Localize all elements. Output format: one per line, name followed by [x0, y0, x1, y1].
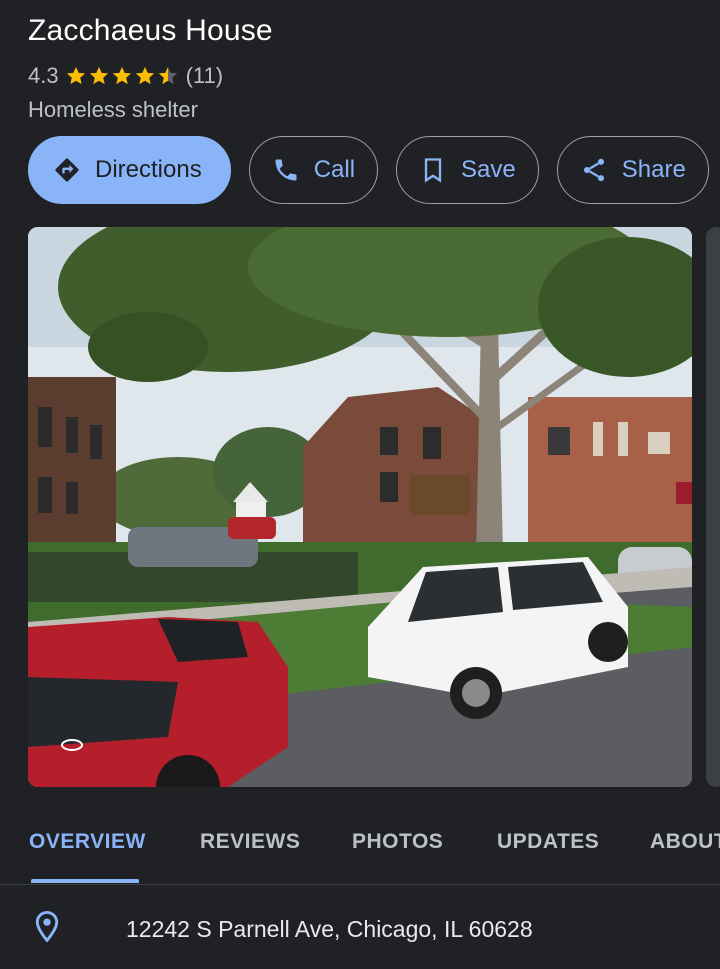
share-label: Share [621, 156, 686, 183]
address-row[interactable]: 12242 S Parnell Ave, Chicago, IL 60628 [0, 886, 720, 969]
star-icon [89, 66, 108, 85]
tab-updates[interactable]: UPDATES [497, 830, 599, 854]
next-photo-preview[interactable] [706, 227, 720, 787]
review-count[interactable]: (11) [186, 63, 224, 89]
bookmark-icon [424, 158, 442, 183]
active-tab-indicator [31, 879, 139, 883]
tab-bar: OVERVIEW REVIEWS PHOTOS UPDATES ABOUT [0, 812, 720, 882]
rating-row: 4.3 (11) [28, 61, 223, 91]
call-label: Call [313, 156, 356, 183]
street-scene-image [28, 227, 692, 787]
star-rating [65, 65, 180, 87]
call-button[interactable]: Call [248, 136, 379, 204]
location-pin-icon [35, 910, 59, 943]
share-icon [583, 158, 604, 182]
phone-icon [275, 159, 297, 181]
action-buttons: Directions Call Save Share [28, 136, 709, 206]
half-star-icon [158, 66, 177, 85]
directions-button[interactable]: Directions [28, 136, 231, 204]
street-view-photo[interactable] [28, 227, 692, 787]
save-label: Save [461, 156, 516, 183]
save-button[interactable]: Save [396, 136, 539, 204]
place-title: Zacchaeus House [28, 14, 273, 47]
address-text: 12242 S Parnell Ave, Chicago, IL 60628 [126, 916, 533, 942]
tab-overview[interactable]: OVERVIEW [29, 830, 146, 854]
directions-icon [55, 158, 79, 182]
tab-photos[interactable]: PHOTOS [352, 830, 443, 854]
tab-about[interactable]: ABOUT [650, 830, 720, 854]
star-icon [135, 66, 154, 85]
share-button[interactable]: Share [556, 136, 709, 204]
star-icon [66, 66, 85, 85]
directions-label: Directions [95, 156, 202, 183]
rating-value: 4.3 [28, 63, 59, 88]
tab-reviews[interactable]: REVIEWS [200, 830, 300, 854]
star-icon [112, 66, 131, 85]
place-category: Homeless shelter [28, 97, 198, 122]
tab-divider [0, 884, 720, 885]
